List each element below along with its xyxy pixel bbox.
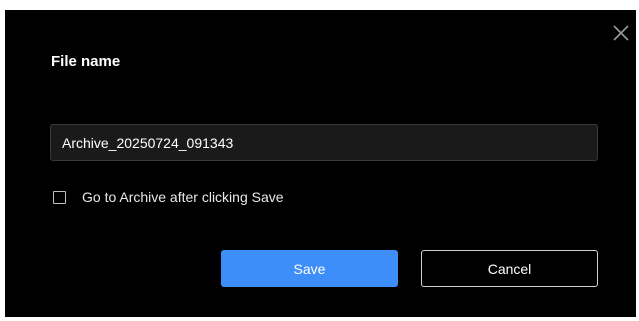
file-name-input[interactable] (50, 124, 598, 161)
close-button[interactable] (612, 24, 630, 42)
close-icon (613, 25, 629, 41)
save-button[interactable]: Save (221, 250, 398, 287)
go-to-archive-checkbox[interactable] (53, 190, 66, 204)
cancel-button[interactable]: Cancel (421, 250, 598, 287)
go-to-archive-label: Go to Archive after clicking Save (82, 189, 284, 205)
dialog-title: File name (51, 53, 121, 70)
save-file-dialog: File name Go to Archive after clicking S… (5, 10, 636, 317)
go-to-archive-option[interactable]: Go to Archive after clicking Save (53, 189, 284, 205)
